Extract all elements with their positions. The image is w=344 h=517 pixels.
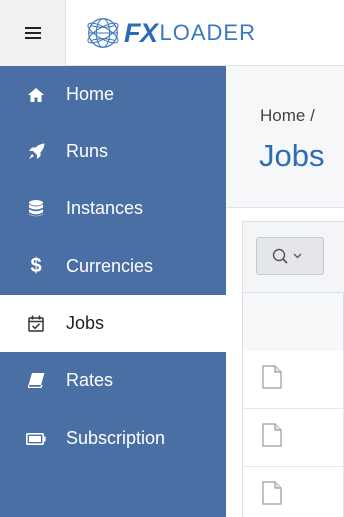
sidebar: Home Runs Instances $ Currencies Jobs Ra… <box>0 66 226 517</box>
sidebar-item-home[interactable]: Home <box>0 66 226 123</box>
battery-icon <box>26 429 46 449</box>
sidebar-item-instances[interactable]: Instances <box>0 180 226 237</box>
sidebar-item-currencies[interactable]: $ Currencies <box>0 238 226 295</box>
sidebar-item-rates[interactable]: Rates <box>0 352 226 409</box>
sidebar-item-jobs[interactable]: Jobs <box>0 295 226 352</box>
search-icon <box>272 248 302 264</box>
sidebar-item-runs[interactable]: Runs <box>0 123 226 180</box>
rocket-icon <box>26 142 46 162</box>
sidebar-item-label: Instances <box>66 198 144 218</box>
sidebar-item-label: Subscription <box>66 428 166 448</box>
main-content: Home / Jobs <box>226 66 344 517</box>
jobs-grid <box>242 293 344 517</box>
document-icon[interactable] <box>262 365 282 389</box>
search-dropdown-button[interactable] <box>256 237 324 275</box>
top-header: FX LOADER <box>0 0 344 66</box>
book-icon <box>26 371 46 391</box>
table-row[interactable] <box>243 351 344 409</box>
home-icon <box>26 85 46 105</box>
app-window: FX LOADER Home Runs Instances $ Currenci… <box>0 0 344 517</box>
table-row[interactable] <box>243 409 344 467</box>
sidebar-item-label: Rates <box>66 370 114 390</box>
breadcrumb[interactable]: Home / <box>260 106 315 126</box>
document-icon[interactable] <box>262 423 282 447</box>
app-logo[interactable]: FX LOADER <box>84 14 256 52</box>
logo-fx-text: FX <box>124 17 158 48</box>
hamburger-menu-icon <box>24 27 41 39</box>
document-icon[interactable] <box>262 481 282 505</box>
sidebar-item-label: Runs <box>66 141 109 161</box>
dollar-icon: $ <box>30 255 42 277</box>
database-icon <box>26 199 46 219</box>
grid-toolbar <box>242 221 344 293</box>
sidebar-item-label: Home <box>66 84 115 104</box>
hamburger-menu-button[interactable] <box>0 0 66 66</box>
sidebar-item-label: Jobs <box>66 313 105 333</box>
page-header: Home / Jobs <box>226 66 344 208</box>
calendar-check-icon <box>26 314 46 334</box>
page-title: Jobs <box>259 138 325 173</box>
sidebar-item-subscription[interactable]: Subscription <box>0 410 226 467</box>
logo-loader-text: LOADER <box>159 20 256 45</box>
globe-logo-icon <box>87 18 119 48</box>
sidebar-item-label: Currencies <box>66 256 154 276</box>
table-row[interactable] <box>243 467 344 517</box>
grid-header-row <box>243 293 344 352</box>
